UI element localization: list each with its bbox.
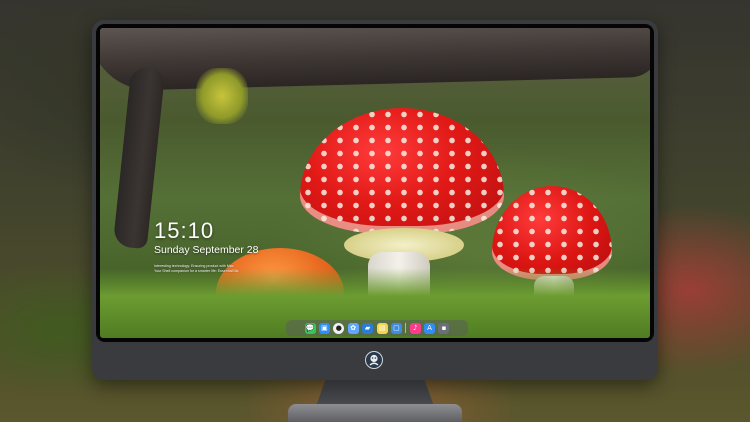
- monitor-frame: 15:10 Sunday September 28 Interesting te…: [92, 20, 658, 380]
- lockscreen-date: Sunday September 28: [154, 244, 259, 256]
- mushroom-spots: [300, 108, 504, 234]
- dock-clapper-icon[interactable]: ▰: [362, 322, 374, 334]
- lockscreen-notice-line-2: Your Shell companion for a smarter life:…: [154, 269, 239, 273]
- brand-logo-icon: [365, 351, 383, 369]
- dock-photos-icon[interactable]: ✿: [347, 322, 359, 334]
- dock-notes-icon[interactable]: ▤: [376, 322, 388, 334]
- wallpaper-moss: [196, 68, 248, 124]
- wallpaper-mushroom-small: [492, 186, 612, 280]
- lockscreen-wallpaper: 15:10 Sunday September 28 Interesting te…: [100, 28, 650, 338]
- lockscreen-notice-line-1: Interesting technology: Ensuring product…: [154, 264, 234, 268]
- monitor-stand-base: [288, 404, 462, 422]
- lockscreen-clock: 15:10: [154, 218, 215, 243]
- dock-system-icon[interactable]: ▪: [438, 322, 450, 334]
- dock-clock-icon[interactable]: ●: [333, 322, 345, 334]
- screen-bezel: 15:10 Sunday September 28 Interesting te…: [96, 24, 654, 342]
- wallpaper-mushroom-large: [300, 108, 504, 234]
- dock-music-icon[interactable]: ♪: [409, 322, 421, 334]
- wallpaper-branch: [100, 28, 650, 92]
- monitor-stand-neck: [316, 380, 434, 406]
- dock-separator: [405, 323, 407, 333]
- dock-finder-icon[interactable]: ▣: [318, 322, 330, 334]
- dock: 💬 ▣ ● ✿ ▰ ▤ ▢ ♪ A ▪: [286, 320, 468, 336]
- dock-app-store-icon[interactable]: A: [424, 322, 436, 334]
- dock-messages-icon[interactable]: 💬: [304, 322, 316, 334]
- mushroom-spots: [492, 186, 612, 280]
- dock-preview-icon[interactable]: ▢: [390, 322, 402, 334]
